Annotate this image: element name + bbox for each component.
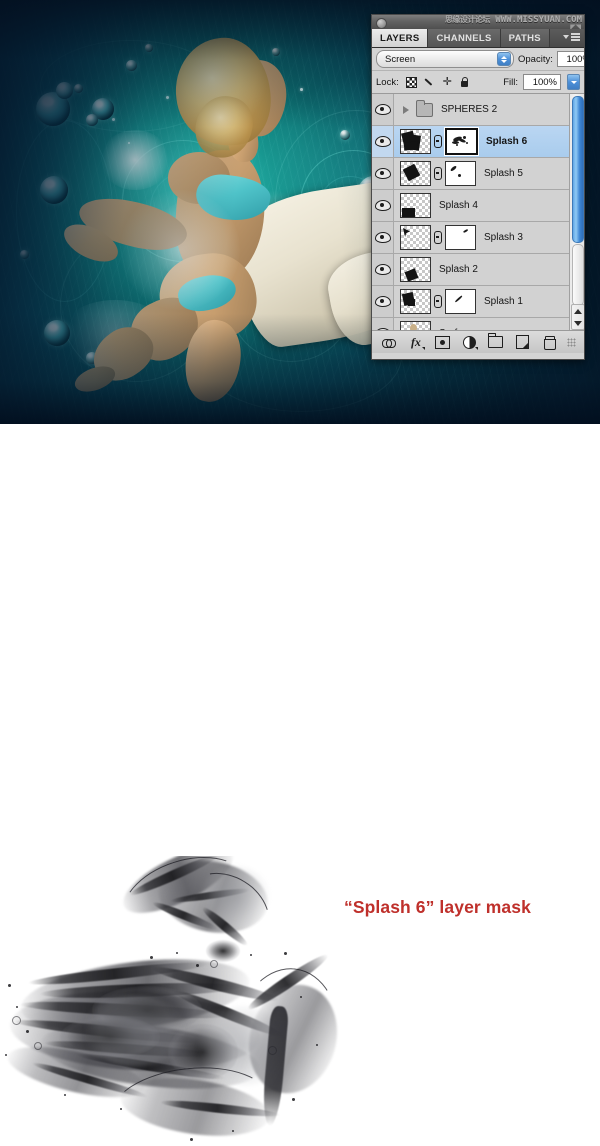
panel-bottom-toolbar: fx [372, 330, 584, 353]
eye-icon [374, 168, 391, 179]
layer-visibility-toggle[interactable] [372, 254, 394, 285]
eye-icon [374, 296, 391, 307]
link-icon[interactable] [433, 135, 443, 148]
new-adjustment-layer-icon[interactable] [460, 334, 479, 350]
splash-6-mask-image [0, 856, 340, 1146]
lock-transparent-pixels-icon[interactable] [405, 76, 417, 88]
lock-all-icon[interactable] [460, 77, 469, 87]
blend-options-row: Screen Opacity: 100% [372, 48, 584, 71]
layer-thumbnail[interactable] [400, 225, 431, 250]
link-icon[interactable] [433, 167, 443, 180]
chevron-down-icon [563, 34, 569, 39]
lock-options-row: Lock: ✛ Fill: 100% [372, 71, 584, 94]
table-row[interactable]: SPHERES 2 [372, 94, 584, 126]
layer-mask-thumbnail[interactable] [445, 225, 476, 250]
table-row[interactable]: Splash 1 [372, 286, 584, 318]
add-layer-style-icon[interactable]: fx [407, 334, 425, 350]
layer-name[interactable]: Splash 5 [484, 168, 523, 179]
layer-visibility-toggle[interactable] [372, 222, 394, 253]
layer-thumbnail[interactable] [400, 129, 431, 154]
lock-image-pixels-icon[interactable] [424, 77, 435, 88]
folder-icon [416, 99, 433, 117]
resize-grip[interactable] [566, 337, 576, 347]
layer-visibility-toggle[interactable] [372, 190, 394, 221]
hamburger-menu-icon [571, 33, 580, 41]
scroll-down-icon[interactable] [574, 320, 582, 326]
layer-name[interactable]: SPHERES 2 [441, 104, 497, 115]
tab-paths[interactable]: PATHS [500, 29, 550, 47]
delete-layer-icon[interactable] [540, 334, 558, 350]
layer-name[interactable]: Splash 6 [486, 136, 527, 147]
link-layers-icon[interactable] [380, 334, 398, 350]
table-row[interactable]: Splash 5 [372, 158, 584, 190]
fill-label: Fill: [503, 76, 518, 88]
caption-text: “Splash 6” layer mask [344, 897, 531, 917]
layer-visibility-toggle[interactable] [372, 286, 394, 317]
blend-mode-value: Screen [385, 53, 416, 65]
watermark: 思缘设计论坛 WWW.MISSYUAN.COM [444, 15, 582, 25]
panel-tab-strip: LAYERS CHANNELS PATHS [372, 29, 584, 48]
panel-title-bar[interactable]: 思缘设计论坛 WWW.MISSYUAN.COM ◤◥ [372, 15, 584, 31]
eye-icon [374, 264, 391, 275]
layer-name[interactable]: Splash 1 [484, 296, 523, 307]
add-layer-mask-icon[interactable] [434, 334, 452, 350]
layer-mask-thumbnail[interactable] [444, 127, 479, 156]
eye-icon [374, 232, 391, 243]
layer-visibility-toggle[interactable] [372, 126, 394, 157]
layer-thumbnail[interactable] [400, 289, 431, 314]
table-row[interactable]: Splash 2 [372, 254, 584, 286]
layer-thumbnail[interactable] [400, 321, 431, 330]
blend-mode-stepper-icon[interactable] [497, 52, 511, 66]
opacity-label: Opacity: [518, 53, 553, 65]
layer-name[interactable]: Splash 4 [439, 200, 478, 211]
tab-layers[interactable]: LAYERS [372, 29, 429, 47]
lock-label: Lock: [376, 76, 399, 88]
eye-icon [374, 136, 391, 147]
fill-input[interactable]: 100% [523, 74, 561, 90]
layer-thumbnail[interactable] [400, 193, 431, 218]
layer-mask-thumbnail[interactable] [445, 161, 476, 186]
layer-mask-illustration-section: “Splash 6” layer mask [0, 424, 600, 1146]
close-icon[interactable] [376, 17, 387, 29]
new-layer-icon[interactable] [513, 334, 531, 350]
eye-icon [374, 104, 391, 115]
photoshop-layers-panel[interactable]: 思缘设计论坛 WWW.MISSYUAN.COM ◤◥ LAYERS CHANNE… [371, 14, 585, 360]
scrollbar-thumb[interactable] [572, 96, 584, 243]
layer-visibility-toggle[interactable] [372, 318, 394, 330]
layer-mask-thumbnail[interactable] [445, 289, 476, 314]
watermark-cn-text: 思缘设计论坛 [444, 15, 491, 24]
scrollbar-track[interactable] [572, 244, 584, 306]
new-group-icon[interactable] [487, 333, 505, 350]
link-icon[interactable] [433, 231, 443, 244]
layer-thumbnail[interactable] [400, 257, 431, 282]
layer-name[interactable]: Splash 3 [484, 232, 523, 243]
layer-visibility-toggle[interactable] [372, 94, 394, 125]
layer-name[interactable]: Splash 2 [439, 264, 478, 275]
table-row[interactable]: Splash 3 [372, 222, 584, 254]
scrollbar-arrows[interactable] [571, 304, 584, 330]
lock-buttons: ✛ [405, 76, 469, 88]
layer-thumbnail[interactable] [400, 161, 431, 186]
tab-channels[interactable]: CHANNELS [428, 29, 501, 47]
layer-list-scrollbar[interactable] [569, 94, 584, 330]
layer-visibility-toggle[interactable] [372, 158, 394, 189]
eye-icon [374, 200, 391, 211]
chevron-right-icon[interactable] [403, 105, 409, 114]
lock-position-icon[interactable]: ✛ [442, 76, 453, 88]
panel-menu-button[interactable] [563, 33, 580, 41]
layer-list[interactable]: SPHERES 2 Splash 6 Splash 5 Splash 4 Spl… [372, 94, 584, 330]
fx-label: fx [410, 335, 421, 349]
opacity-input[interactable]: 100% [556, 51, 584, 67]
table-row[interactable]: Splash 6 [372, 126, 584, 158]
blend-mode-select[interactable]: Screen [376, 50, 514, 68]
table-row[interactable]: Surfer [372, 318, 584, 330]
table-row[interactable]: Splash 4 [372, 190, 584, 222]
tab-strip-spacer [549, 29, 584, 47]
watermark-url-text: WWW.MISSYUAN.COM [495, 15, 582, 25]
layer-name[interactable]: Surfer [439, 328, 466, 330]
fill-stepper-icon[interactable] [567, 74, 580, 90]
link-icon[interactable] [433, 295, 443, 308]
eye-icon [374, 328, 391, 330]
scroll-up-icon[interactable] [574, 308, 582, 314]
